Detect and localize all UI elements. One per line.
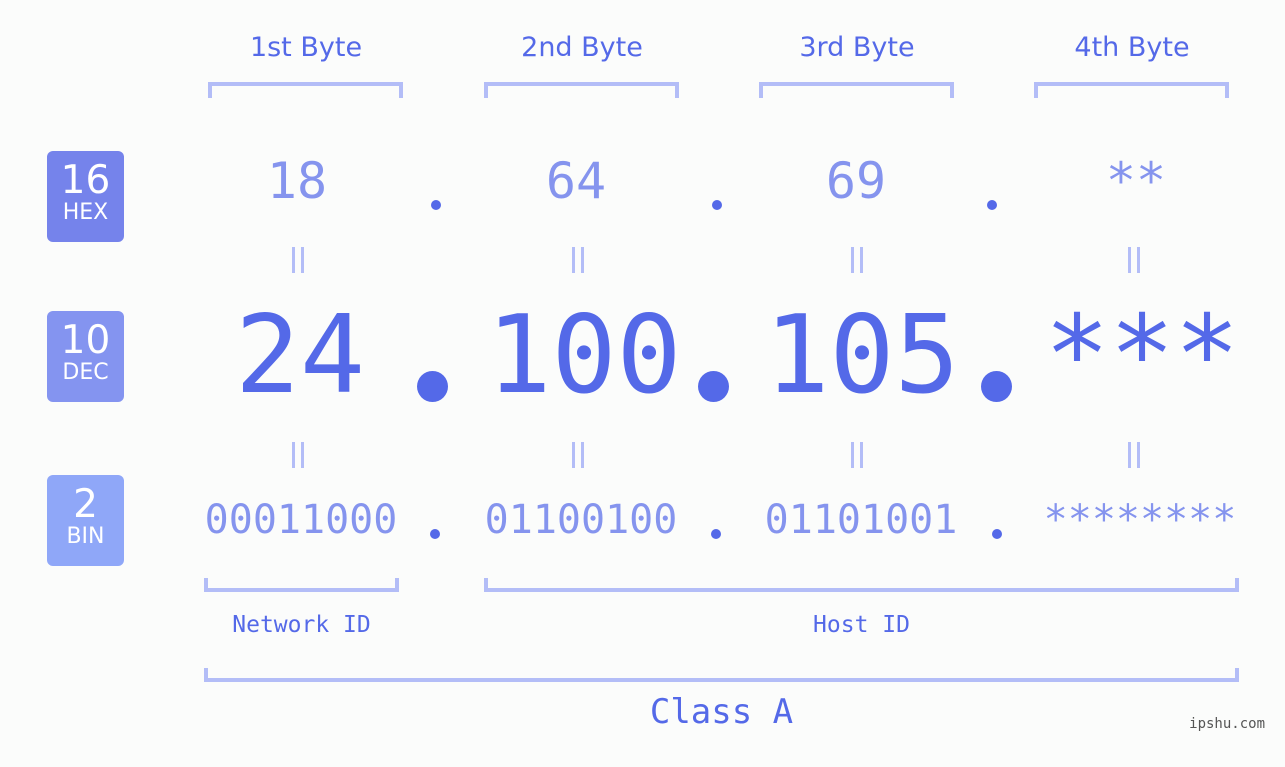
hex-byte-4: **	[1105, 152, 1167, 210]
dec-separator-dot	[698, 371, 729, 402]
dec-byte-4: ***	[1044, 293, 1240, 418]
byte-header-2: 2nd Byte	[521, 32, 643, 63]
equals-mark	[1128, 247, 1140, 273]
dec-separator-dot	[981, 371, 1012, 402]
hex-byte-3: 69	[825, 152, 887, 210]
dec-badge: 10 DEC	[47, 311, 124, 402]
hex-badge: 16 HEX	[47, 151, 124, 242]
equals-mark	[292, 247, 304, 273]
equals-mark	[292, 442, 304, 468]
network-id-label: Network ID	[232, 612, 371, 638]
dec-byte-3: 105	[764, 293, 960, 418]
byte-bracket-3	[759, 82, 954, 98]
byte-bracket-1	[208, 82, 403, 98]
equals-mark	[851, 247, 863, 273]
bin-byte-3: 01101001	[764, 497, 958, 543]
byte-header-4: 4th Byte	[1074, 32, 1190, 63]
host-id-bracket	[484, 578, 1239, 592]
watermark: ipshu.com	[1189, 716, 1265, 732]
equals-mark	[851, 442, 863, 468]
hex-badge-label: HEX	[62, 200, 109, 225]
hex-badge-base: 16	[60, 158, 111, 203]
hex-byte-1: 18	[266, 152, 328, 210]
equals-mark	[1128, 442, 1140, 468]
dec-badge-label: DEC	[62, 360, 109, 385]
bin-byte-4: ********	[1043, 497, 1237, 543]
hex-byte-2: 64	[545, 152, 607, 210]
hex-separator-dot	[431, 200, 441, 210]
dec-byte-1: 24	[234, 293, 366, 418]
class-bracket	[204, 668, 1239, 682]
hex-separator-dot	[987, 200, 997, 210]
bin-badge: 2 BIN	[47, 475, 124, 566]
byte-header-1: 1st Byte	[249, 32, 363, 63]
network-id-bracket	[204, 578, 399, 592]
bin-badge-base: 2	[73, 482, 98, 527]
bin-badge-label: BIN	[66, 524, 105, 549]
equals-mark	[572, 442, 584, 468]
byte-bracket-4	[1034, 82, 1229, 98]
bin-separator-dot	[430, 529, 440, 539]
dec-badge-base: 10	[60, 318, 111, 363]
host-id-label: Host ID	[813, 612, 910, 638]
hex-separator-dot	[712, 200, 722, 210]
dec-byte-2: 100	[486, 293, 682, 418]
equals-mark	[572, 247, 584, 273]
dec-separator-dot	[417, 371, 448, 402]
byte-bracket-2	[484, 82, 679, 98]
class-label: Class A	[649, 692, 794, 732]
bin-separator-dot	[711, 529, 721, 539]
bin-separator-dot	[992, 529, 1002, 539]
bin-byte-2: 01100100	[484, 497, 678, 543]
byte-header-3: 3rd Byte	[799, 32, 915, 63]
bin-byte-1: 00011000	[204, 497, 398, 543]
